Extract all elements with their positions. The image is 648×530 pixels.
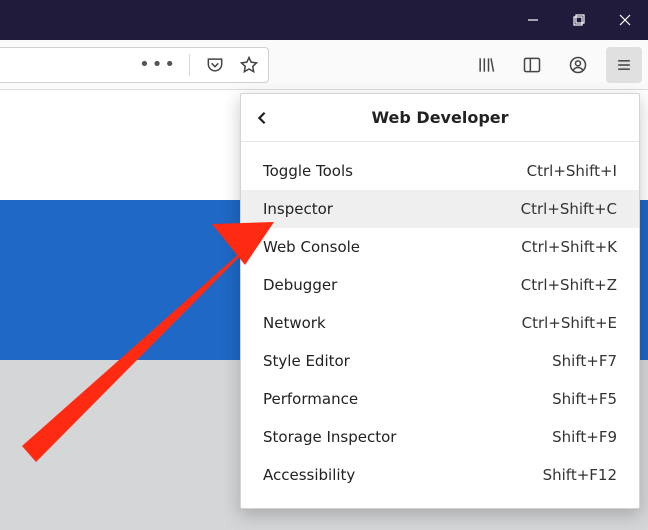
bookmark-star-icon[interactable]: [238, 54, 260, 76]
menu-item-toggle-tools[interactable]: Toggle Tools Ctrl+Shift+I: [241, 152, 639, 190]
library-icon: [475, 54, 497, 76]
menu-item-network[interactable]: Network Ctrl+Shift+E: [241, 304, 639, 342]
menu-item-debugger[interactable]: Debugger Ctrl+Shift+Z: [241, 266, 639, 304]
browser-toolbar: •••: [0, 40, 648, 90]
maximize-button[interactable]: [556, 0, 602, 40]
menu-item-shortcut: Shift+F7: [552, 352, 617, 370]
account-button[interactable]: [560, 47, 596, 83]
account-icon: [567, 54, 589, 76]
separator: [189, 54, 190, 76]
menu-item-shortcut: Ctrl+Shift+K: [521, 238, 617, 256]
page-actions-icon[interactable]: •••: [139, 56, 177, 74]
menu-item-inspector[interactable]: Inspector Ctrl+Shift+C: [241, 190, 639, 228]
sidebars-button[interactable]: [514, 47, 550, 83]
menu-item-label: Debugger: [263, 276, 337, 294]
menu-item-label: Network: [263, 314, 326, 332]
menu-item-shortcut: Shift+F9: [552, 428, 617, 446]
menu-item-label: Toggle Tools: [263, 162, 353, 180]
menu-item-label: Inspector: [263, 200, 333, 218]
menu-item-web-console[interactable]: Web Console Ctrl+Shift+K: [241, 228, 639, 266]
menu-header: Web Developer: [241, 94, 639, 142]
close-button[interactable]: [602, 0, 648, 40]
menu-items-list: Toggle Tools Ctrl+Shift+I Inspector Ctrl+Sh…: [241, 142, 639, 508]
menu-item-shortcut: Ctrl+Shift+C: [521, 200, 617, 218]
hamburger-icon: [613, 54, 635, 76]
url-bar[interactable]: •••: [0, 47, 269, 83]
menu-item-shortcut: Shift+F12: [543, 466, 617, 484]
menu-item-shortcut: Ctrl+Shift+E: [522, 314, 617, 332]
minimize-button[interactable]: [510, 0, 556, 40]
menu-title: Web Developer: [283, 108, 597, 127]
menu-item-performance[interactable]: Performance Shift+F5: [241, 380, 639, 418]
pocket-icon[interactable]: [204, 54, 226, 76]
menu-item-shortcut: Shift+F5: [552, 390, 617, 408]
menu-item-label: Style Editor: [263, 352, 350, 370]
window-titlebar: [0, 0, 648, 40]
menu-item-label: Web Console: [263, 238, 360, 256]
app-menu-button[interactable]: [606, 47, 642, 83]
menu-item-label: Accessibility: [263, 466, 355, 484]
sidebar-icon: [521, 54, 543, 76]
library-button[interactable]: [468, 47, 504, 83]
menu-item-label: Storage Inspector: [263, 428, 396, 446]
menu-item-shortcut: Ctrl+Shift+Z: [521, 276, 617, 294]
menu-item-shortcut: Ctrl+Shift+I: [527, 162, 617, 180]
menu-item-label: Performance: [263, 390, 358, 408]
menu-back-button[interactable]: [241, 94, 283, 142]
menu-item-accessibility[interactable]: Accessibility Shift+F12: [241, 456, 639, 494]
menu-item-storage-inspector[interactable]: Storage Inspector Shift+F9: [241, 418, 639, 456]
web-developer-menu: Web Developer Toggle Tools Ctrl+Shift+I In…: [240, 93, 640, 509]
menu-item-style-editor[interactable]: Style Editor Shift+F7: [241, 342, 639, 380]
toolbar-right-cluster: [468, 40, 642, 90]
